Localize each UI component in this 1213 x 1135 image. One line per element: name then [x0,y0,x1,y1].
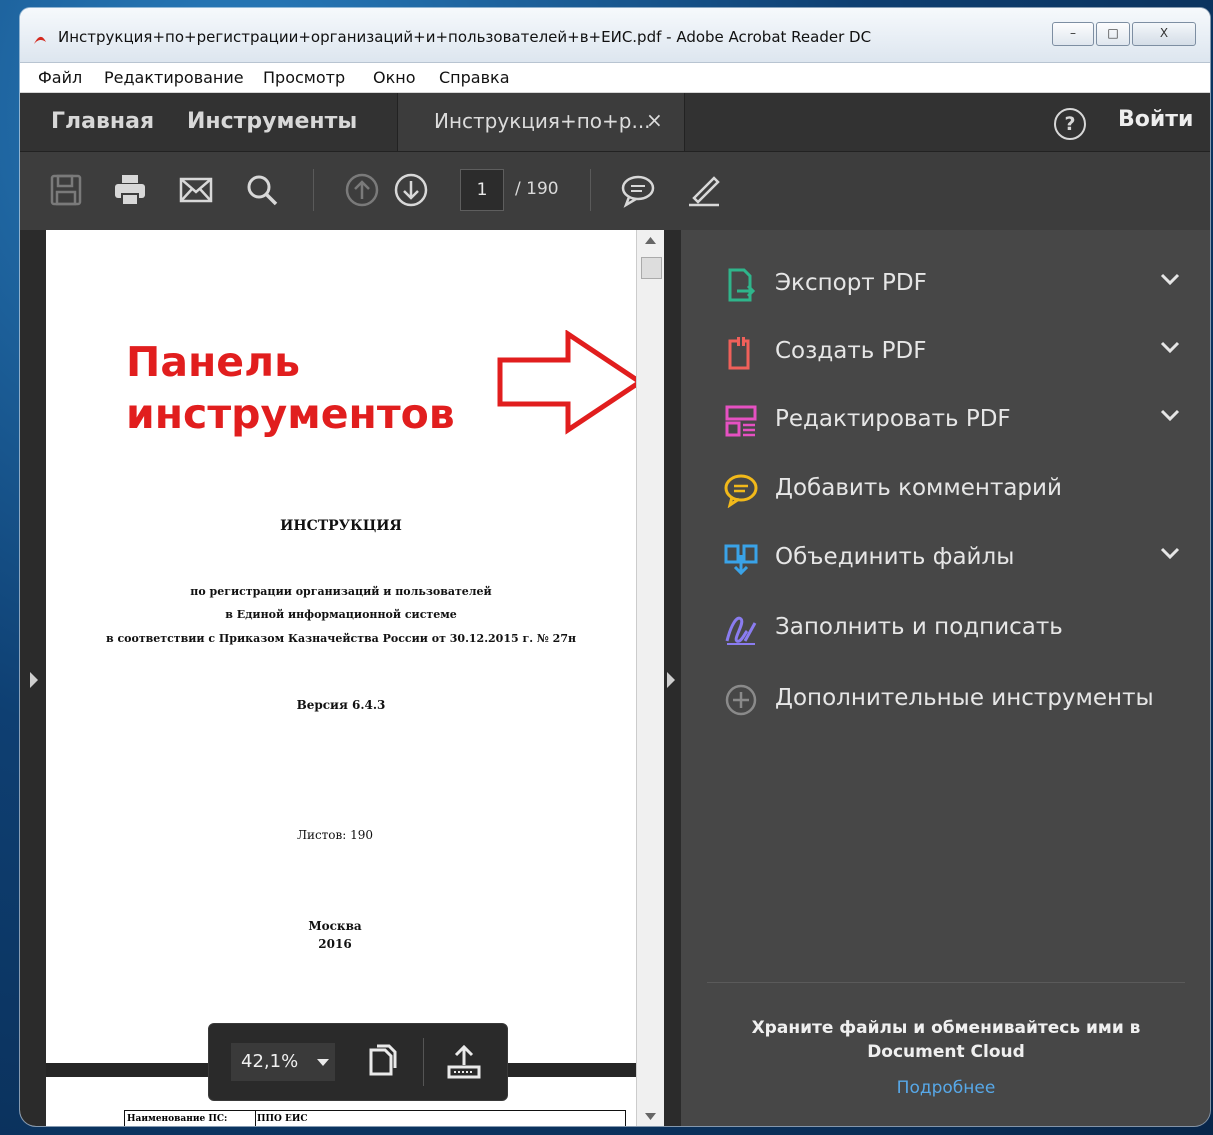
annotation-line-1: Панель [126,338,301,386]
tool-export-pdf[interactable]: Экспорт PDF [723,265,1183,305]
login-button[interactable]: Войти [1118,107,1193,132]
print-icon[interactable] [112,172,148,208]
tool-label: Объединить файлы [775,544,1015,570]
combine-files-icon [724,544,758,576]
tool-more-tools[interactable]: Дополнительные инструменты [723,680,1183,720]
vertical-scrollbar[interactable] [636,230,664,1126]
page-display-icon[interactable] [367,1044,399,1080]
add-tools-icon [725,684,757,716]
doc-year: 2016 [318,937,352,951]
chevron-down-icon[interactable] [317,1059,329,1066]
save-icon[interactable] [48,172,84,208]
annotation-line-2: инструментов [126,390,455,438]
share-upload-icon[interactable] [446,1043,482,1081]
right-pane-toggle-icon[interactable] [667,672,675,688]
chevron-down-icon[interactable] [1159,339,1181,355]
tool-label: Заполнить и подписать [775,614,1063,640]
menu-bar: Файл Редактирование Просмотр Окно Справк… [20,63,1210,93]
doc-table: Наименование ПС: ППО ЕИС [124,1110,626,1126]
menu-edit[interactable]: Редактирование [104,68,244,87]
menu-view[interactable]: Просмотр [263,68,345,87]
annotation-text: Панель инструментов [126,336,455,440]
menu-file[interactable]: Файл [38,68,82,87]
chevron-down-icon[interactable] [1159,545,1181,561]
comment-icon[interactable] [620,172,656,208]
minimize-button[interactable]: – [1052,22,1094,46]
create-pdf-icon [728,337,750,370]
chevron-down-icon[interactable] [1159,407,1181,423]
panel-divider [707,982,1185,983]
tab-home[interactable]: Главная [51,93,154,151]
page-number-input[interactable]: 1 [460,169,504,211]
sign-icon[interactable] [686,172,722,208]
toolbar-separator [590,169,591,211]
tool-label: Добавить комментарий [775,475,1062,501]
title-bar: Инструкция+по+регистрации+организаций+и+… [20,8,1210,63]
acrobat-window: Инструкция+по+регистрации+организаций+и+… [20,8,1210,1126]
document-cloud-promo: Храните файлы и обменивайтесь ими в Docu… [751,1018,1141,1062]
toolbar: 1 / 190 [20,151,1210,230]
edit-pdf-icon [725,405,757,437]
tab-document[interactable]: Инструкция+по+р... × [397,93,685,151]
toolbar-separator [313,169,314,211]
doc-sheets: Листов: 190 [296,828,374,842]
export-pdf-icon [728,268,756,302]
doc-subtitle-1: по регистрации организаций и пользовател… [190,585,492,598]
tool-fill-sign[interactable]: Заполнить и подписать [723,609,1183,649]
learn-more-link[interactable]: Подробнее [721,1078,1171,1098]
comment-bubble-icon [724,474,758,508]
doc-subtitle-2: в Единой информационной системе [225,608,457,621]
scrollbar-thumb[interactable] [641,257,662,279]
doc-subtitle-3: в соответствии с Приказом Казначейства Р… [105,632,577,645]
menu-help[interactable]: Справка [439,68,510,87]
left-pane-toggle-icon[interactable] [30,672,38,688]
tool-label: Дополнительные инструменты [775,685,1154,711]
email-icon[interactable] [178,172,214,208]
tab-tools[interactable]: Инструменты [187,93,357,151]
zoom-separator [423,1038,424,1086]
tool-label: Экспорт PDF [775,270,927,296]
page-total: / 190 [515,179,559,199]
floating-zoom-bar: 42,1% [208,1023,508,1101]
tools-pane: Экспорт PDF Создать PDF Редактировать PD… [681,230,1210,1126]
red-arrow-icon [497,330,645,435]
fill-sign-icon [725,616,757,645]
table-value: ППО ЕИС [257,1114,308,1124]
tool-edit-pdf[interactable]: Редактировать PDF [723,401,1183,441]
tool-create-pdf[interactable]: Создать PDF [723,333,1183,373]
menu-window[interactable]: Окно [373,68,416,87]
window-title: Инструкция+по+регистрации+организаций+и+… [58,28,872,46]
tool-add-comment[interactable]: Добавить комментарий [723,470,1183,510]
tool-label: Создать PDF [775,338,927,364]
close-tab-icon[interactable]: × [646,108,663,132]
maximize-button[interactable]: □ [1096,22,1130,46]
tool-combine-files[interactable]: Объединить файлы [723,539,1183,579]
doc-city: Москва [308,919,362,933]
document-workspace: Панель инструментов ИНСТРУКЦИЯ по регист… [20,230,1210,1126]
search-icon[interactable] [244,172,280,208]
chevron-down-icon[interactable] [1159,271,1181,287]
close-button[interactable]: X [1132,22,1196,46]
tool-label: Редактировать PDF [775,406,1011,432]
table-label: Наименование ПС: [125,1111,256,1126]
document-tab-label: Инструкция+по+р... [434,109,651,133]
page-up-icon[interactable] [344,172,380,208]
page-down-icon[interactable] [393,172,429,208]
scroll-up-icon[interactable] [645,237,656,245]
doc-title: ИНСТРУКЦИЯ [280,518,402,534]
scroll-down-icon[interactable] [645,1112,656,1120]
acrobat-app-icon [34,36,46,44]
doc-version: Версия 6.4.3 [296,698,386,712]
help-icon[interactable]: ? [1054,108,1086,140]
